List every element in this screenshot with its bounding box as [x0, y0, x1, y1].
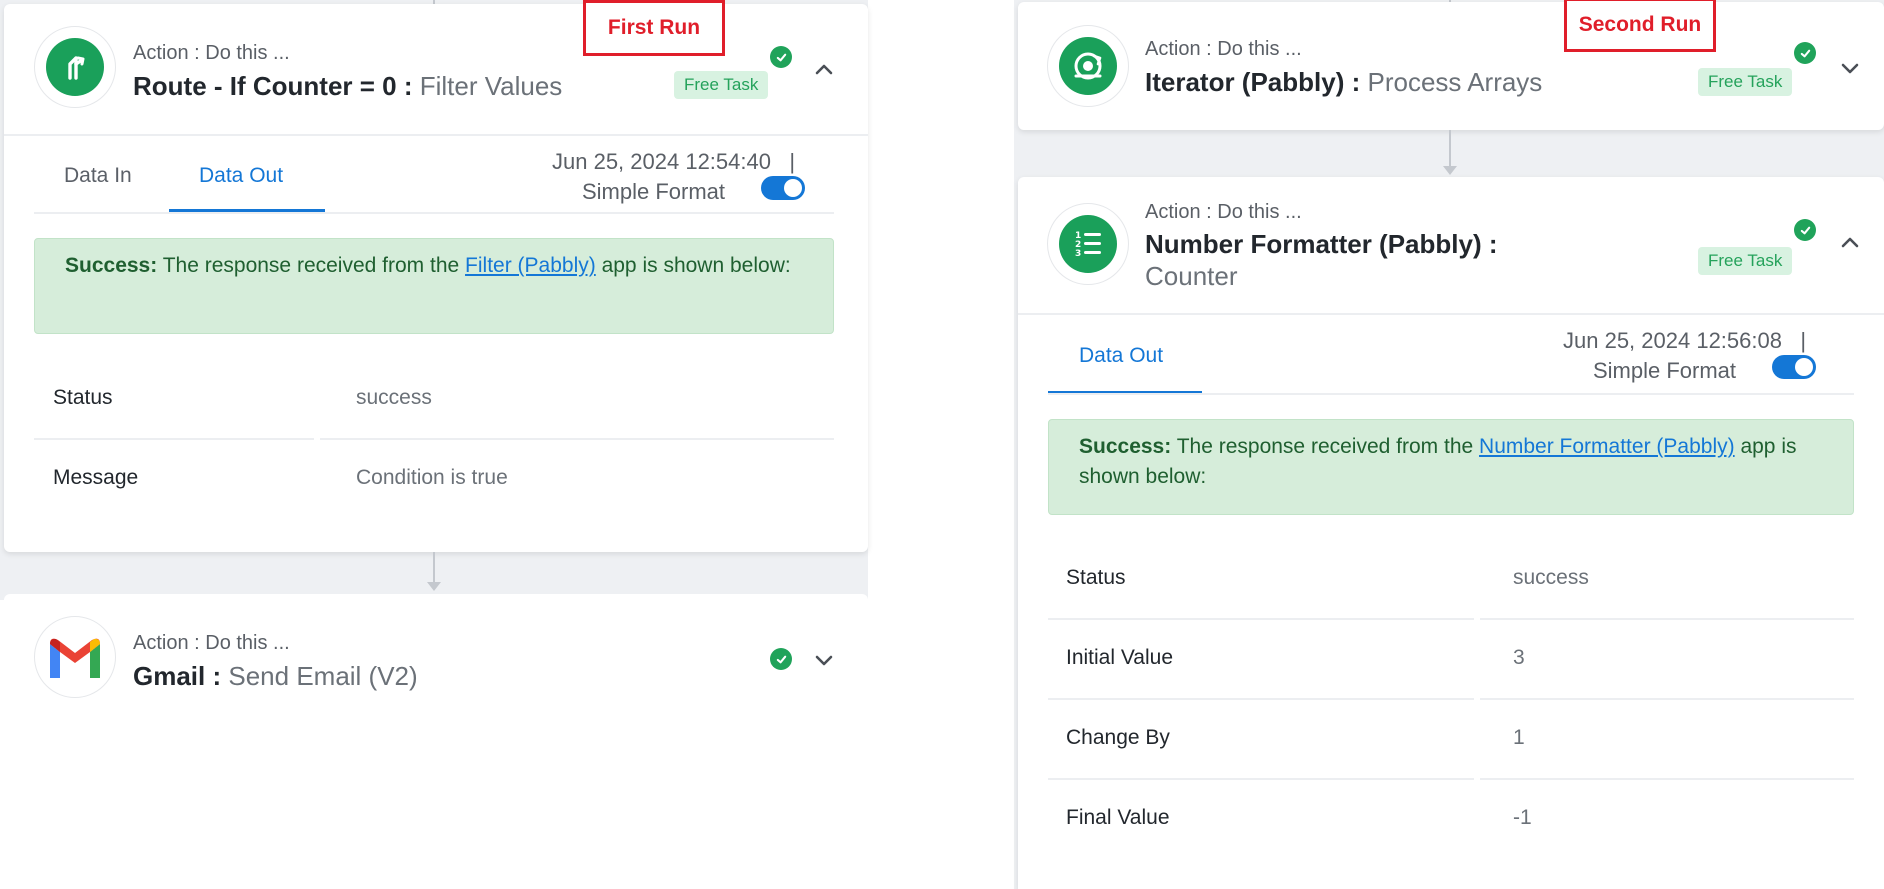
free-task-badge: Free Task: [674, 71, 769, 99]
number-formatter-action-card: 1 2 3 Action : Do this ... Number Format…: [1018, 177, 1884, 889]
row-label-status: Status: [1066, 566, 1126, 589]
route-app-name: Route - If Counter = 0 :: [133, 71, 413, 101]
route-app-icon: [34, 26, 116, 108]
route-event-name: Filter Values: [419, 71, 563, 101]
iterator-action-card: Action : Do this ... Iterator (Pabbly) :…: [1018, 0, 1884, 130]
filter-app-link[interactable]: Filter (Pabbly): [465, 254, 596, 277]
success-message: Success: The response received from the …: [1048, 419, 1854, 515]
formatter-app-name: Number Formatter (Pabbly) :: [1145, 229, 1498, 259]
row-value-change-by: 1: [1513, 726, 1525, 749]
row-value-status: success: [356, 386, 432, 409]
chevron-up-icon[interactable]: [812, 58, 836, 82]
connector-arrowhead: [1443, 166, 1457, 175]
tabs-divider: [34, 212, 834, 214]
gmail-app-name: Gmail :: [133, 661, 222, 691]
svg-text:3: 3: [1075, 249, 1081, 259]
check-circle-icon: [770, 648, 792, 670]
row-divider: [34, 438, 314, 440]
row-divider: [1048, 778, 1474, 780]
row-divider: [1048, 698, 1474, 700]
iterator-action-subtitle: Action : Do this ...: [1145, 38, 1302, 60]
iterator-icon: [1074, 52, 1102, 80]
chevron-up-icon[interactable]: [1838, 231, 1862, 255]
gmail-icon: [50, 638, 100, 678]
row-label-final-value: Final Value: [1066, 806, 1170, 829]
connector-line: [433, 552, 435, 583]
simple-format-label: Simple Format: [1593, 358, 1737, 383]
success-prefix: Success:: [1079, 435, 1172, 458]
row-divider: [1480, 698, 1854, 700]
check-circle-icon: [1794, 219, 1816, 241]
second-run-panel: Action : Do this ... Iterator (Pabbly) :…: [1014, 0, 1884, 889]
free-task-badge: Free Task: [1698, 68, 1793, 96]
card-header-divider: [1018, 313, 1884, 315]
gmail-action-title: Gmail : Send Email (V2): [133, 660, 418, 692]
chevron-down-icon[interactable]: [1838, 56, 1862, 80]
row-label-initial-value: Initial Value: [1066, 646, 1174, 669]
row-label-change-by: Change By: [1066, 726, 1170, 749]
card-header-divider: [4, 134, 868, 136]
row-divider: [1480, 618, 1854, 620]
gmail-action-card: Action : Do this ... Gmail : Send Email …: [4, 594, 868, 714]
number-formatter-app-link[interactable]: Number Formatter (Pabbly): [1479, 435, 1735, 458]
gmail-event-name: Send Email (V2): [228, 661, 418, 691]
iterator-app-name: Iterator (Pabbly) :: [1145, 67, 1361, 97]
route-action-card: Action : Do this ... Route - If Counter …: [4, 0, 868, 552]
gmail-app-icon: [34, 616, 116, 698]
check-circle-icon: [1794, 42, 1816, 64]
tab-data-out[interactable]: Data Out: [1079, 344, 1163, 368]
row-label-status: Status: [53, 386, 113, 409]
first-run-label: First Run: [583, 0, 725, 56]
iterator-event-name: Process Arrays: [1367, 67, 1543, 97]
run-timestamp: Jun 25, 2024 12:54:40 |: [552, 149, 796, 174]
row-label-message: Message: [53, 466, 139, 489]
row-value-initial-value: 3: [1513, 646, 1525, 669]
tabs-divider: [1048, 393, 1854, 395]
run-timestamp: Jun 25, 2024 12:56:08 |: [1563, 328, 1807, 353]
row-value-final-value: -1: [1513, 806, 1532, 829]
number-list-icon: 1 2 3: [1075, 231, 1101, 259]
row-value-message: Condition is true: [356, 466, 508, 489]
success-prefix: Success:: [65, 254, 158, 277]
formatter-action-subtitle: Action : Do this ...: [1145, 201, 1302, 223]
success-message: Success: The response received from the …: [34, 238, 834, 334]
formatter-action-title: Number Formatter (Pabbly) : Counter: [1145, 228, 1525, 292]
second-run-label: Second Run: [1564, 0, 1716, 52]
row-divider: [1048, 618, 1474, 620]
row-value-status: success: [1513, 566, 1589, 589]
row-divider: [320, 438, 834, 440]
route-action-subtitle: Action : Do this ...: [133, 42, 290, 64]
chevron-down-icon[interactable]: [812, 648, 836, 672]
iterator-action-title: Iterator (Pabbly) : Process Arrays: [1145, 66, 1542, 98]
tab-data-in[interactable]: Data In: [64, 164, 132, 188]
simple-format-toggle[interactable]: [761, 176, 805, 200]
route-branch-icon: [68, 56, 85, 80]
simple-format-toggle[interactable]: [1772, 355, 1816, 379]
gmail-action-subtitle: Action : Do this ...: [133, 632, 290, 654]
connector-arrowhead: [427, 582, 441, 591]
connector-line: [1449, 130, 1451, 167]
first-run-panel: Action : Do this ... Route - If Counter …: [0, 0, 868, 714]
row-divider: [1480, 778, 1854, 780]
check-circle-icon: [770, 46, 792, 68]
formatter-app-icon: 1 2 3: [1047, 203, 1129, 285]
route-action-title: Route - If Counter = 0 : Filter Values: [133, 70, 562, 102]
free-task-badge: Free Task: [1698, 247, 1793, 275]
simple-format-label: Simple Format: [582, 179, 726, 204]
tab-data-out[interactable]: Data Out: [199, 164, 283, 188]
iterator-app-icon: [1047, 25, 1129, 107]
formatter-event-name: Counter: [1145, 261, 1238, 291]
